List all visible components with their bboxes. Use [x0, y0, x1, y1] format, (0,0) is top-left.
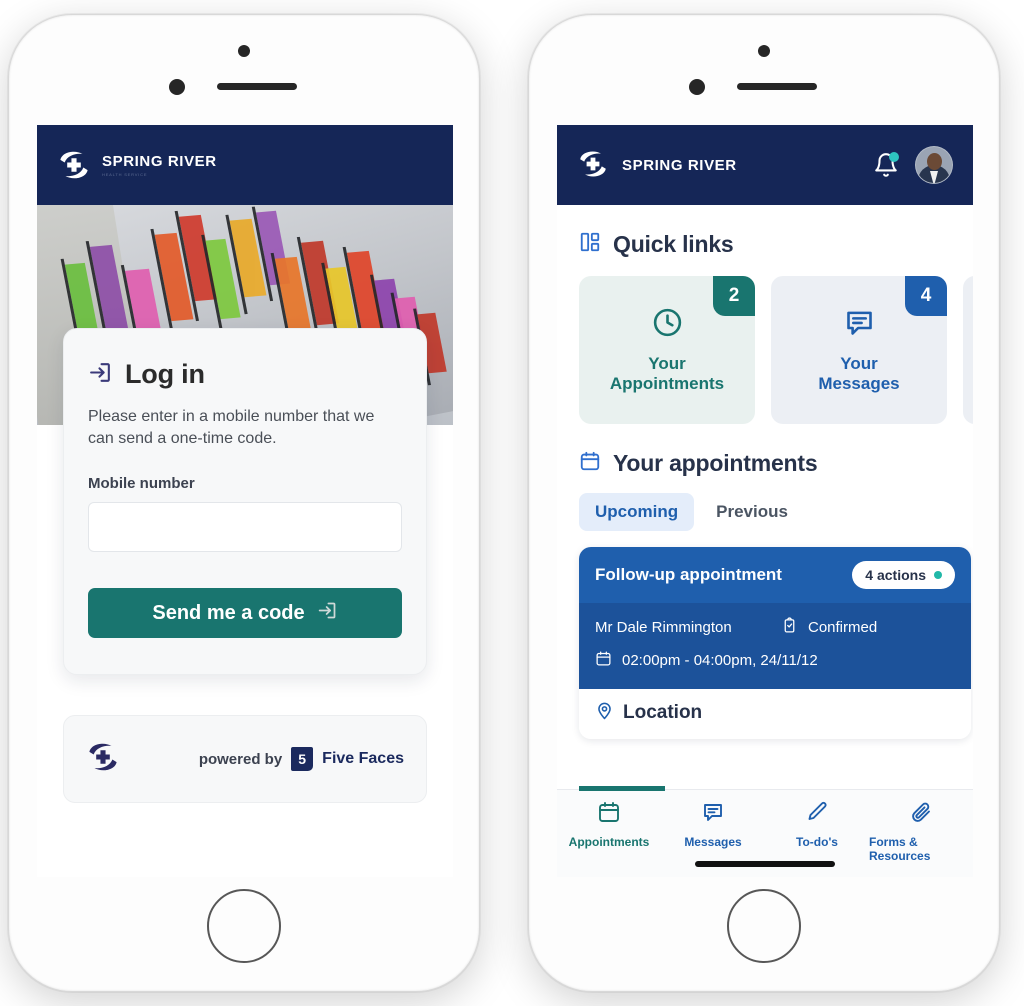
nav-item-messages[interactable]: Messages — [661, 800, 765, 849]
mobile-number-label: Mobile number — [88, 475, 195, 493]
appointment-location-label: Location — [623, 702, 703, 723]
page-title: Log in — [125, 359, 205, 389]
nav-item-appointments[interactable]: Appointments — [557, 786, 665, 849]
five-faces-name: Five Faces — [322, 750, 404, 767]
nav-active-indicator — [579, 786, 665, 791]
nav-label-messages: Messages — [684, 835, 742, 849]
messages-count-badge: 4 — [905, 276, 947, 316]
calendar-icon — [597, 800, 621, 829]
brand-logo: SPRING RIVER — [577, 148, 737, 182]
nav-label-forms-resources: Forms & Resources — [869, 835, 931, 863]
mockup-stage: SPRING RIVER HEALTH SERVICE Log in Pleas… — [0, 0, 1024, 1006]
nav-label-todos: To-do's — [796, 835, 838, 849]
front-camera-icon — [689, 79, 705, 95]
appointment-title: Follow-up appointment — [595, 565, 782, 584]
home-button[interactable] — [727, 889, 801, 963]
send-code-label: Send me a code — [152, 601, 305, 624]
spring-river-logo-icon — [577, 148, 611, 182]
login-screen: SPRING RIVER HEALTH SERVICE Log in Pleas… — [37, 125, 453, 877]
appointment-datetime: 02:00pm - 04:00pm, 24/11/12 — [622, 652, 818, 669]
appointments-count-badge: 2 — [713, 276, 755, 316]
spring-river-logo-icon — [86, 740, 120, 779]
appointments-title: Your appointments — [613, 450, 818, 476]
pencil-icon — [805, 800, 829, 829]
appointment-card-header: Follow-up appointment 4 actions — [579, 547, 971, 603]
brand-name: SPRING RIVER — [622, 156, 737, 174]
earpiece-speaker-icon — [737, 83, 817, 90]
bell-icon[interactable] — [873, 152, 899, 178]
nav-label-appointments: Appointments — [568, 835, 650, 849]
paperclip-icon — [909, 800, 933, 829]
notification-dot-icon — [889, 152, 899, 162]
powered-by-card: powered by 5 Five Faces — [63, 715, 427, 803]
calendar-icon — [595, 650, 612, 671]
message-icon — [843, 306, 876, 344]
dashboard-grid-icon — [579, 231, 601, 258]
phone-right-dashboard: SPRING RIVER Quick links 2 Your Appointm… — [528, 14, 1000, 992]
home-button[interactable] — [207, 889, 281, 963]
appointments-tabs[interactable]: Upcoming Previous — [557, 477, 973, 531]
calendar-icon — [579, 450, 601, 477]
powered-by-label: powered by — [198, 750, 283, 768]
login-arrow-icon — [88, 360, 113, 390]
avatar[interactable] — [915, 146, 953, 184]
quick-link-messages[interactable]: 4 Your Messages — [771, 276, 947, 424]
appointment-actions-label: 4 actions — [865, 567, 926, 583]
earpiece-speaker-icon — [217, 83, 297, 90]
appointment-card[interactable]: Follow-up appointment 4 actions Mr Dale … — [579, 547, 971, 739]
tab-previous[interactable]: Previous — [700, 493, 804, 531]
dashboard-body: Quick links 2 Your Appointments 4 Your M… — [557, 205, 973, 877]
five-faces-badge-icon: 5 — [291, 747, 314, 771]
quick-links-header: Quick links — [557, 205, 973, 258]
bottom-navigation[interactable]: Appointments Messages To-do's Forms & Re… — [557, 786, 973, 877]
home-indicator — [695, 861, 835, 867]
quick-links-title: Quick links — [613, 231, 734, 257]
appointment-card-body: Mr Dale Rimmington Confirmed 02:00pm - 0… — [579, 603, 971, 689]
clipboard-icon — [781, 617, 798, 638]
actions-status-dot-icon — [934, 571, 942, 579]
mobile-number-input[interactable] — [88, 502, 402, 553]
login-app-bar: SPRING RIVER HEALTH SERVICE — [37, 125, 453, 205]
map-pin-icon — [595, 701, 614, 725]
brand-logo: SPRING RIVER HEALTH SERVICE — [57, 148, 217, 182]
nav-item-todos[interactable]: To-do's — [765, 800, 869, 849]
brand-name: SPRING RIVER — [102, 153, 217, 170]
rear-camera-dot-icon — [238, 45, 250, 57]
quick-link-next-partial[interactable] — [963, 276, 973, 424]
appointment-cards-row[interactable]: Follow-up appointment 4 actions Mr Dale … — [557, 531, 973, 739]
dashboard-screen: SPRING RIVER Quick links 2 Your Appointm… — [557, 125, 973, 877]
appointment-location-row: Location — [579, 689, 971, 739]
appointments-header: Your appointments — [557, 424, 973, 477]
login-arrow-icon — [317, 600, 338, 627]
quick-link-appointments[interactable]: 2 Your Appointments — [579, 276, 755, 424]
quick-link-appointments-line2: Appointments — [609, 374, 725, 393]
appointment-actions-chip[interactable]: 4 actions — [852, 561, 955, 589]
phone-left-login: SPRING RIVER HEALTH SERVICE Log in Pleas… — [8, 14, 480, 992]
quick-link-messages-line1: Your — [840, 353, 878, 373]
nav-item-forms-resources[interactable]: Forms & Resources — [869, 800, 973, 863]
tab-upcoming[interactable]: Upcoming — [579, 493, 695, 531]
quick-link-messages-line2: Messages — [818, 374, 900, 393]
login-description: Please enter in a mobile number that we … — [88, 408, 375, 447]
front-camera-icon — [169, 79, 185, 95]
brand-subtitle: HEALTH SERVICE — [102, 172, 148, 177]
clock-icon — [651, 306, 684, 344]
login-card: Log in Please enter in a mobile number t… — [63, 328, 427, 676]
quick-links-row[interactable]: 2 Your Appointments 4 Your Messages — [557, 258, 973, 424]
rear-camera-dot-icon — [758, 45, 770, 57]
appointment-person: Mr Dale Rimmington — [595, 619, 732, 636]
message-icon — [701, 800, 725, 829]
appointment-status: Confirmed — [808, 619, 878, 636]
dashboard-app-bar: SPRING RIVER — [557, 125, 973, 205]
quick-link-appointments-line1: Your — [648, 353, 686, 373]
spring-river-logo-icon — [57, 148, 91, 182]
send-code-button[interactable]: Send me a code — [88, 588, 402, 639]
